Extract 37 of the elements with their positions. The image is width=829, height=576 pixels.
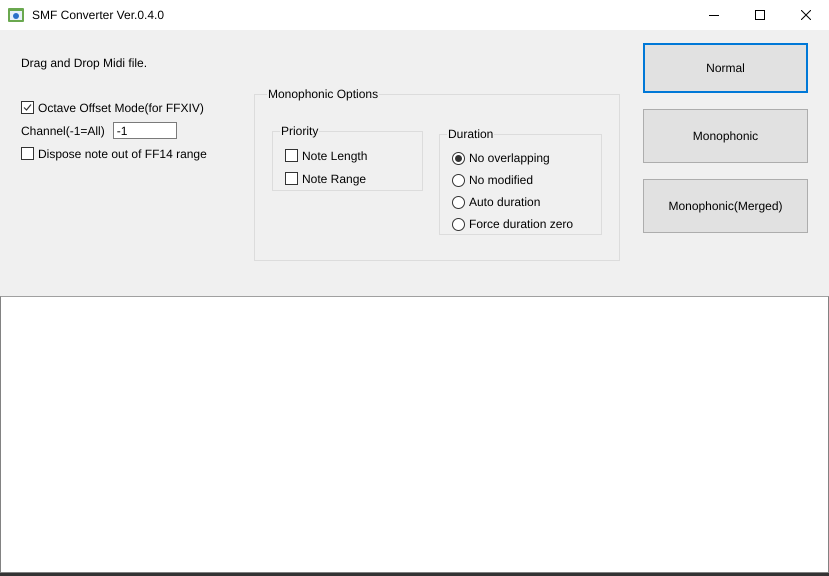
channel-field[interactable]: -1 (112, 122, 177, 139)
convert-button[interactable]: Normal (643, 43, 808, 93)
radio-label: No overlapping (469, 151, 550, 165)
checkbox-label: Note Length (302, 148, 368, 162)
radio-option[interactable]: No overlapping (452, 147, 589, 169)
radio-option[interactable]: No modified (452, 169, 589, 191)
window-title: SMF Converter Ver.0.4.0 (32, 8, 164, 22)
checkbox-label: Dispose note out of FF14 range (38, 146, 207, 160)
convert-button[interactable]: Monophonic(Merged) (643, 179, 808, 233)
radio-option[interactable]: Auto duration (452, 191, 589, 213)
radio-button[interactable] (452, 152, 465, 164)
radio-label: Force duration zero (469, 217, 574, 231)
channel-label: Channel(-1=All) (21, 124, 105, 138)
checkbox-label: Note Range (302, 172, 366, 186)
radio-button[interactable] (452, 218, 465, 230)
checkbox-box[interactable] (21, 101, 34, 114)
radio-button[interactable] (452, 196, 465, 208)
checkbox-box[interactable] (285, 172, 298, 185)
convert-button[interactable]: Monophonic (643, 109, 808, 163)
checkbox[interactable]: Octave Offset Mode(for FFXIV) (21, 96, 254, 119)
instruction-text: Drag and Drop Midi file. (21, 56, 148, 70)
radio-label: No modified (469, 173, 534, 187)
radio-button[interactable] (452, 174, 465, 186)
radio-label: Auto duration (469, 195, 540, 209)
checkbox-box[interactable] (285, 149, 298, 162)
checkbox[interactable]: Note Range (285, 167, 410, 190)
maximize-icon (755, 10, 765, 20)
checkbox[interactable]: Note Length (285, 144, 410, 167)
app-icon (8, 8, 24, 22)
group-title: Priority (280, 124, 320, 138)
checkbox-box[interactable] (21, 147, 34, 160)
checkbox-label: Octave Offset Mode(for FFXIV) (38, 100, 204, 114)
group-title: Monophonic Options (267, 87, 380, 101)
group-title: Duration (447, 127, 494, 141)
close-icon (801, 10, 811, 20)
radio-option[interactable]: Force duration zero (452, 213, 589, 235)
checkbox[interactable]: Dispose note out of FF14 range (21, 142, 254, 165)
